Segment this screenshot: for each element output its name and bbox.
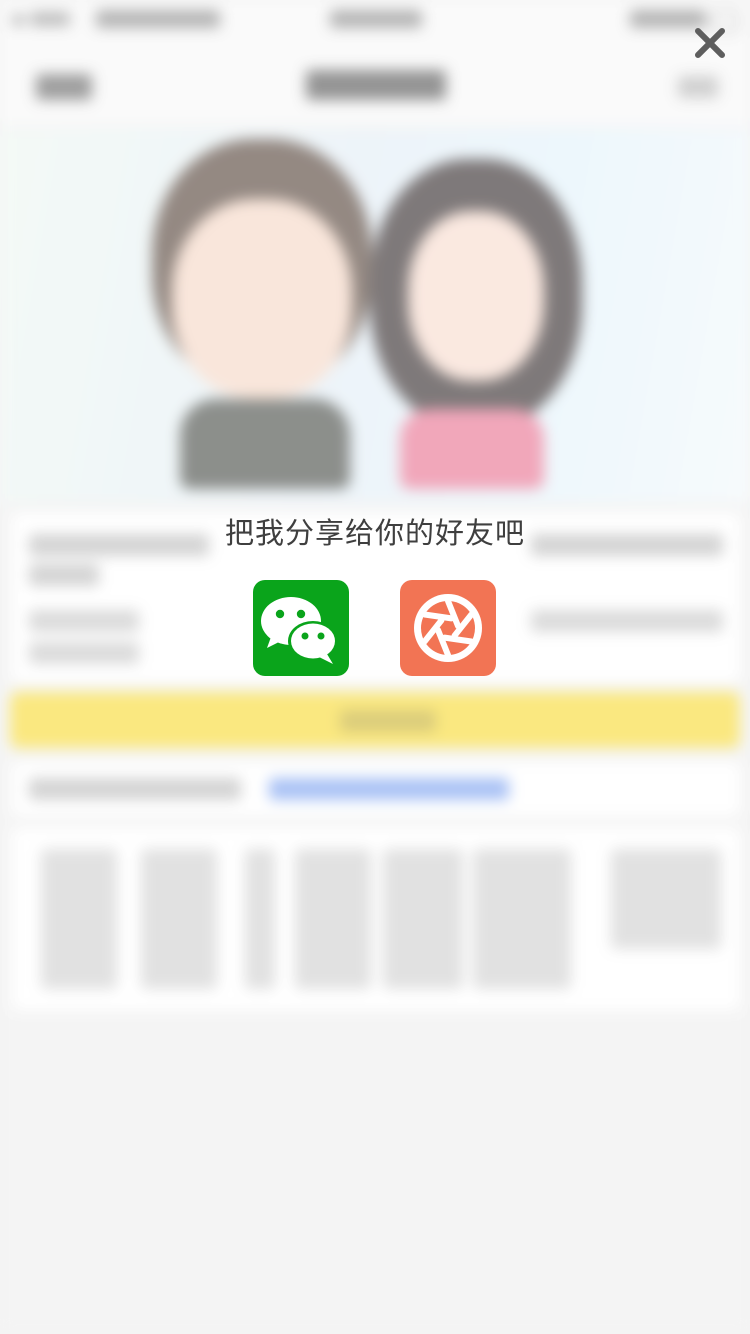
share-wechat-button[interactable] <box>253 580 349 676</box>
share-overlay: 把我分享给你的好友吧 <box>0 0 750 1334</box>
close-icon[interactable] <box>686 20 734 68</box>
share-title: 把我分享给你的好友吧 <box>224 516 525 550</box>
wechat-icon <box>261 597 338 664</box>
moments-aperture-icon <box>414 594 482 662</box>
share-moments-button[interactable] <box>400 580 496 676</box>
